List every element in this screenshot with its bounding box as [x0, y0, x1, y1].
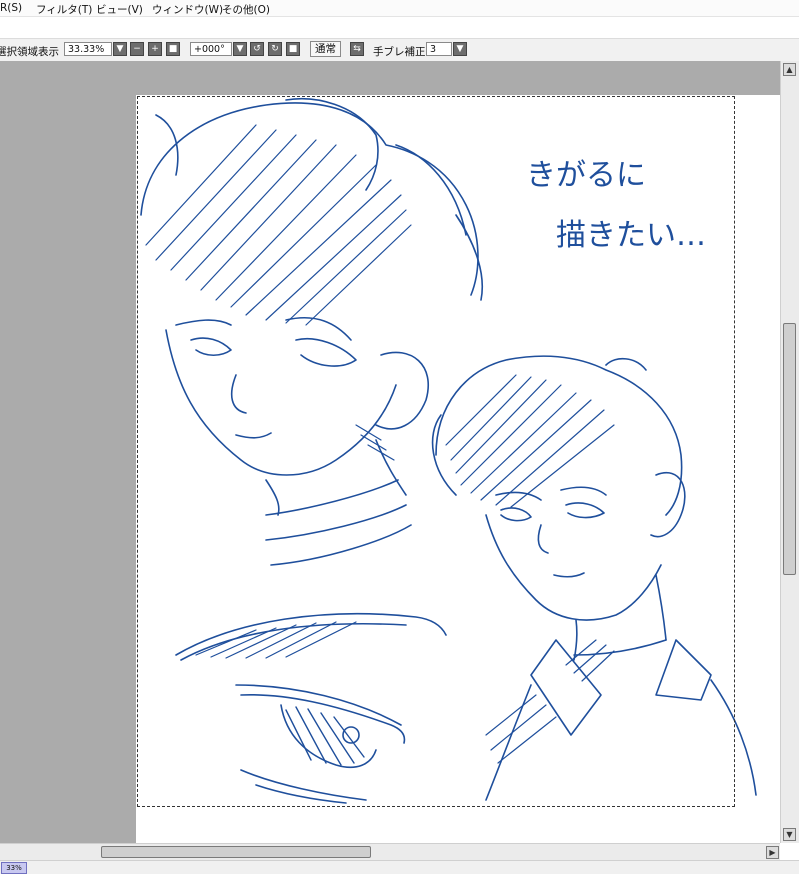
stabilizer-label: 手ブレ補正 [373, 46, 426, 58]
blend-mode-button[interactable]: 通常 [310, 41, 341, 57]
menu-item-filter[interactable]: フィルタ(T) [36, 2, 92, 17]
stabilizer-field[interactable]: 3 [426, 42, 452, 56]
plus-icon: + [151, 44, 159, 54]
chevron-down-icon: ▼ [456, 44, 464, 54]
minus-icon: − [133, 44, 141, 54]
chevron-down-icon: ▼ [236, 44, 244, 54]
arrow-up-icon: ▲ [786, 65, 793, 74]
zoom-status-badge[interactable]: 33% [1, 862, 27, 874]
menu-item-view[interactable]: ビュー(V) [96, 2, 143, 17]
rotate-left-button[interactable]: ↺ [250, 42, 264, 56]
square-icon: ■ [168, 44, 178, 54]
zoom-out-button[interactable]: − [130, 42, 144, 56]
status-bar: 33% [0, 860, 799, 874]
zoom-dropdown-button[interactable]: ▼ [113, 42, 127, 56]
scroll-up-arrow[interactable]: ▲ [783, 63, 796, 76]
view-toolbar: 選択領域表示 33.33% ▼ − + ■ +000° ▼ ↺ ↻ ■ 通常 ⇆… [0, 38, 799, 62]
selection-marquee [137, 96, 735, 807]
rotation-dropdown-button[interactable]: ▼ [233, 42, 247, 56]
menu-item-selection[interactable]: R(S) [0, 2, 22, 14]
arrow-down-icon: ▼ [786, 830, 793, 839]
zoom-in-button[interactable]: + [148, 42, 162, 56]
horizontal-scroll-thumb[interactable] [101, 846, 371, 858]
paper-canvas[interactable]: きがるに 描きたい… [136, 95, 780, 843]
rotate-right-button[interactable]: ↻ [268, 42, 282, 56]
menu-item-other[interactable]: その他(O) [222, 2, 270, 17]
selection-display-label: 選択領域表示 [0, 46, 59, 58]
canvas-area[interactable]: きがるに 描きたい… [0, 61, 780, 843]
horizontal-scrollbar[interactable]: ▶ [0, 843, 780, 860]
scroll-down-arrow[interactable]: ▼ [783, 828, 796, 841]
chevron-down-icon: ▼ [116, 44, 124, 54]
rotation-field[interactable]: +000° [190, 42, 232, 56]
vertical-scroll-thumb[interactable] [783, 323, 796, 575]
scroll-right-arrow[interactable]: ▶ [766, 846, 779, 859]
rotation-reset-button[interactable]: ■ [286, 42, 300, 56]
arrow-right-icon: ▶ [769, 848, 776, 857]
vertical-scrollbar[interactable]: ▲ ▼ [780, 61, 799, 843]
rotate-cw-icon: ↻ [271, 44, 279, 54]
flip-icon: ⇆ [353, 44, 361, 54]
flip-horizontal-button[interactable]: ⇆ [350, 42, 364, 56]
zoom-field[interactable]: 33.33% [64, 42, 112, 56]
zoom-reset-button[interactable]: ■ [166, 42, 180, 56]
stabilizer-dropdown-button[interactable]: ▼ [453, 42, 467, 56]
rotate-ccw-icon: ↺ [253, 44, 261, 54]
menu-bar: R(S) フィルタ(T) ビュー(V) ウィンドウ(W) その他(O) [0, 0, 799, 17]
square-icon: ■ [288, 44, 298, 54]
menu-item-window[interactable]: ウィンドウ(W) [152, 2, 223, 17]
